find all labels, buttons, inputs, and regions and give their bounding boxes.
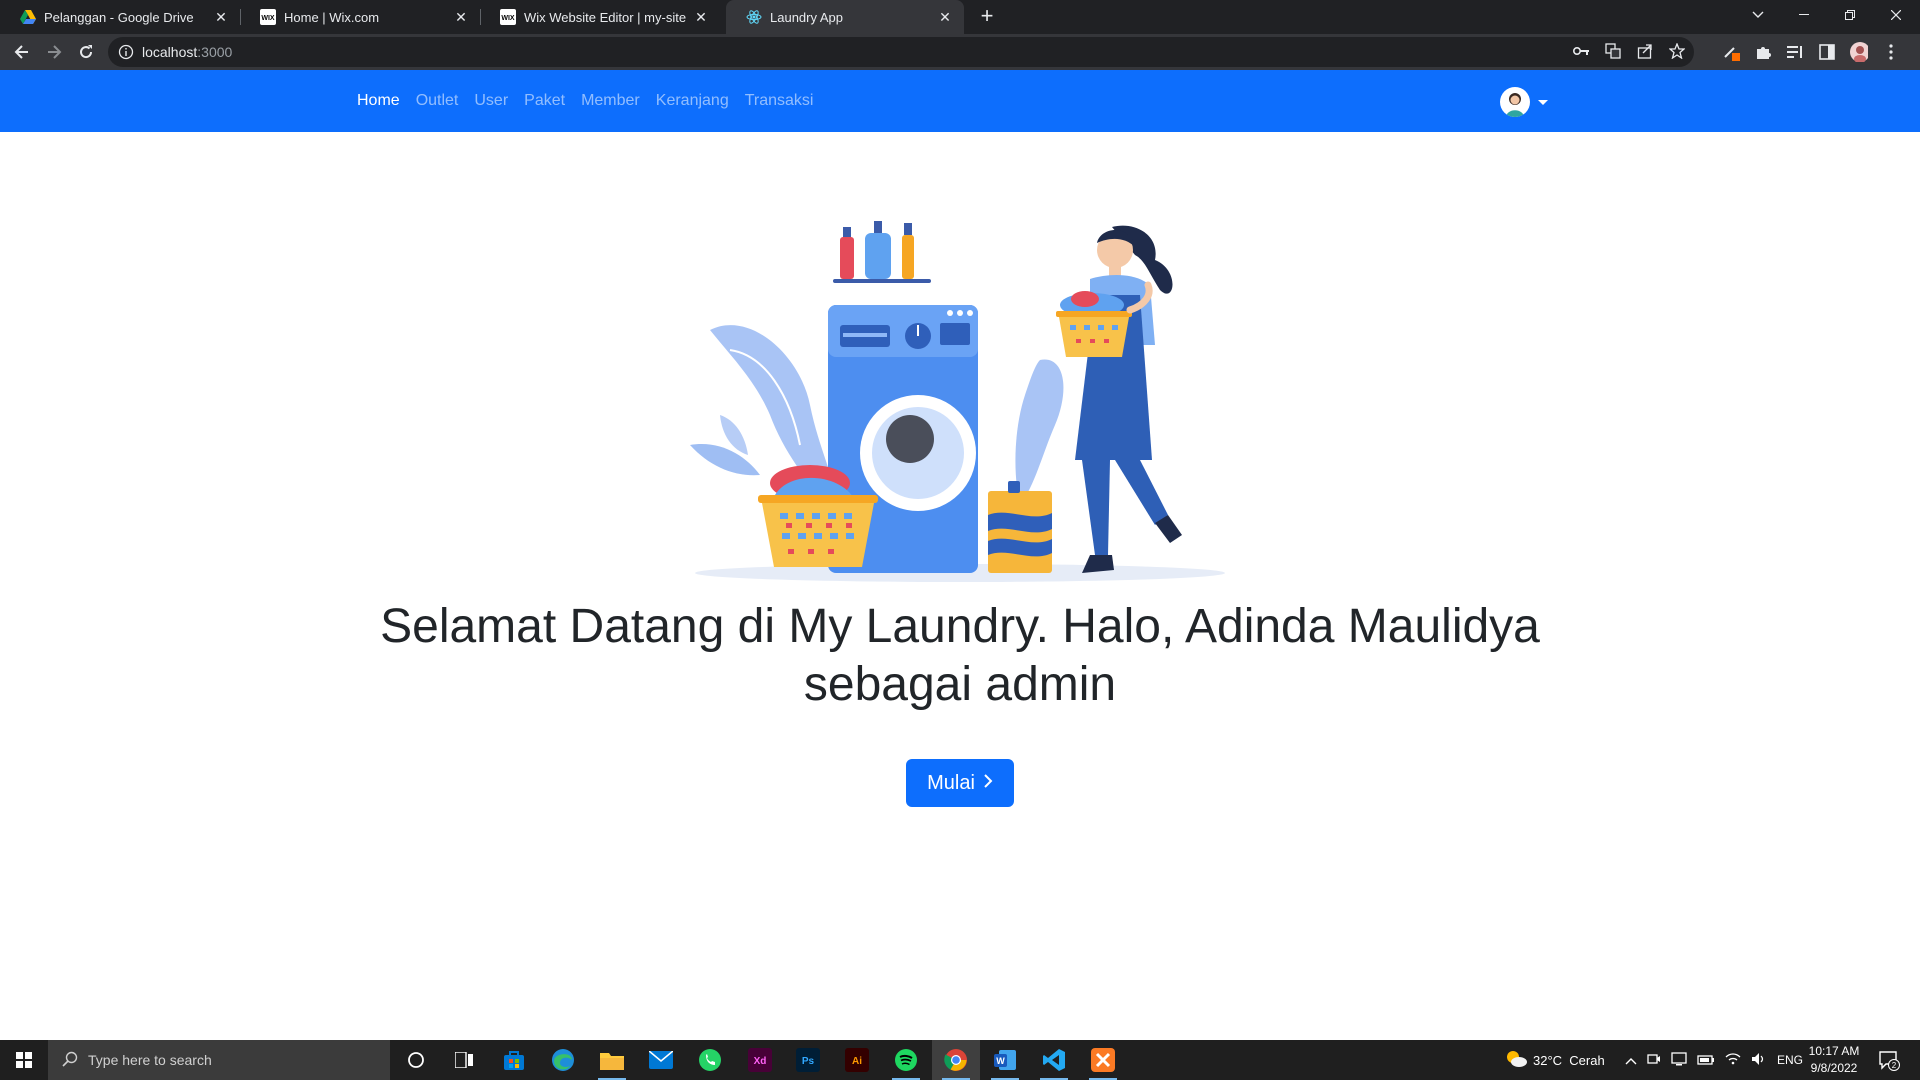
weather-text: 32°C Cerah <box>1533 1052 1605 1068</box>
nav-links: Home Outlet User Paket Member Keranjang … <box>357 70 829 132</box>
mail-icon[interactable] <box>637 1040 685 1080</box>
close-icon[interactable]: ✕ <box>692 8 710 26</box>
close-icon[interactable]: ✕ <box>452 8 470 26</box>
mulai-button[interactable]: Mulai <box>906 759 1014 807</box>
notification-count: 2 <box>1892 1061 1897 1070</box>
language-indicator[interactable]: ENG <box>1777 1053 1803 1067</box>
task-view-icon[interactable] <box>440 1040 488 1080</box>
weather-widget[interactable]: 32°C Cerah <box>1505 1040 1605 1080</box>
forward-arrow-icon[interactable] <box>42 40 66 64</box>
mulai-button-label: Mulai <box>927 771 975 794</box>
nav-link-keranjang[interactable]: Keranjang <box>656 92 729 110</box>
nav-link-user[interactable]: User <box>474 92 508 110</box>
svg-text:Ps: Ps <box>802 1056 815 1067</box>
back-arrow-icon[interactable] <box>10 40 34 64</box>
nav-link-transaksi[interactable]: Transaksi <box>745 92 814 110</box>
display-icon[interactable] <box>1671 1051 1687 1069</box>
tab-search-icon[interactable] <box>1735 0 1781 30</box>
whatsapp-icon[interactable] <box>686 1040 734 1080</box>
photoshop-icon[interactable]: Ps <box>784 1040 832 1080</box>
puzzle-icon[interactable] <box>1754 43 1772 61</box>
welcome-headline: Selamat Datang di My Laundry. Halo, Adin… <box>380 600 1540 711</box>
nav-link-member[interactable]: Member <box>581 92 640 110</box>
translate-icon[interactable] <box>1604 42 1622 60</box>
app-navbar: Home Outlet User Paket Member Keranjang … <box>0 70 1920 132</box>
google-drive-icon <box>20 9 36 25</box>
tab-wix-home[interactable]: WIX Home | Wix.com ✕ <box>240 0 480 34</box>
wix-icon: WIX <box>260 9 276 25</box>
chevron-right-icon <box>983 772 993 795</box>
info-icon[interactable] <box>118 44 134 60</box>
windows-start-icon[interactable] <box>0 1040 48 1080</box>
nav-link-outlet[interactable]: Outlet <box>416 92 459 110</box>
weather-cloud-sun-icon <box>1505 1050 1527 1071</box>
reading-list-icon[interactable] <box>1786 43 1804 61</box>
kebab-menu-icon[interactable] <box>1882 43 1900 61</box>
bookmark-star-icon[interactable] <box>1668 42 1686 60</box>
chevron-down-icon <box>1538 99 1548 105</box>
tab-title: Home | Wix.com <box>284 9 380 25</box>
svg-text:WIX: WIX <box>261 15 275 22</box>
word-icon[interactable]: W <box>981 1040 1029 1080</box>
tab-title: Pelanggan - Google Drive <box>44 9 194 25</box>
minimize-button[interactable] <box>1781 0 1827 30</box>
windows-taskbar: Type here to search Xd Ps Ai W 32°C Cera… <box>0 1040 1920 1080</box>
notification-center-icon[interactable]: 2 <box>1878 1040 1900 1080</box>
side-panel-icon[interactable] <box>1818 43 1836 61</box>
microsoft-store-icon[interactable] <box>490 1040 538 1080</box>
close-icon[interactable]: ✕ <box>212 8 230 26</box>
browser-tab-bar: Pelanggan - Google Drive ✕ WIX Home | Wi… <box>0 0 1920 34</box>
svg-text:Xd: Xd <box>754 1056 767 1067</box>
tab-wix-editor[interactable]: WIX Wix Website Editor | my-site ✕ <box>480 0 720 34</box>
clock-time: 10:17 AM <box>1808 1044 1860 1058</box>
taskbar-search-input[interactable]: Type here to search <box>48 1040 390 1080</box>
svg-text:Ai: Ai <box>852 1056 862 1067</box>
taskbar-clock[interactable]: 10:17 AM 9/8/2022 <box>1802 1043 1866 1077</box>
restore-button[interactable] <box>1827 0 1873 30</box>
edge-icon[interactable] <box>539 1040 587 1080</box>
extension-pen-icon[interactable] <box>1722 43 1740 61</box>
tab-laundry-app[interactable]: Laundry App ✕ <box>726 0 964 34</box>
battery-icon[interactable] <box>1697 1053 1715 1068</box>
laundry-illustration <box>690 215 1240 585</box>
browser-toolbar: localhost:3000 <box>0 34 1920 70</box>
share-icon[interactable] <box>1636 42 1654 60</box>
tab-title: Wix Website Editor | my-site <box>524 9 687 25</box>
close-window-button[interactable] <box>1873 0 1919 30</box>
svg-text:W: W <box>996 1056 1005 1066</box>
volume-icon[interactable] <box>1751 1052 1767 1069</box>
system-tray: ENG <box>1625 1040 1803 1080</box>
xampp-icon[interactable] <box>1079 1040 1127 1080</box>
file-explorer-icon[interactable] <box>588 1040 636 1080</box>
meet-now-icon[interactable] <box>1647 1052 1661 1069</box>
chrome-icon[interactable] <box>932 1040 980 1080</box>
profile-avatar-icon[interactable] <box>1850 42 1868 62</box>
nav-link-home[interactable]: Home <box>357 92 400 110</box>
search-icon <box>62 1051 78 1070</box>
url-host: localhost <box>142 44 198 60</box>
svg-text:WIX: WIX <box>501 15 515 22</box>
reload-icon[interactable] <box>74 40 98 64</box>
wix-icon: WIX <box>500 9 516 25</box>
adobe-xd-icon[interactable]: Xd <box>736 1040 784 1080</box>
illustrator-icon[interactable]: Ai <box>833 1040 881 1080</box>
nav-link-paket[interactable]: Paket <box>524 92 565 110</box>
clock-date: 9/8/2022 <box>1810 1061 1858 1075</box>
profile-dropdown[interactable] <box>1500 87 1548 117</box>
react-icon <box>746 9 762 25</box>
avatar[interactable] <box>1500 87 1530 117</box>
tab-google-drive[interactable]: Pelanggan - Google Drive ✕ <box>0 0 240 34</box>
spotify-icon[interactable] <box>882 1040 930 1080</box>
search-placeholder: Type here to search <box>88 1052 212 1068</box>
vscode-icon[interactable] <box>1030 1040 1078 1080</box>
address-bar[interactable]: localhost:3000 <box>108 37 1694 67</box>
cortana-icon[interactable] <box>392 1040 440 1080</box>
close-icon[interactable]: ✕ <box>936 8 954 26</box>
key-icon[interactable] <box>1572 42 1590 60</box>
chevron-up-icon[interactable] <box>1625 1053 1637 1068</box>
tab-title: Laundry App <box>770 9 844 25</box>
url-port: :3000 <box>197 44 233 60</box>
new-tab-button[interactable]: + <box>975 5 999 29</box>
wifi-icon[interactable] <box>1725 1052 1741 1068</box>
